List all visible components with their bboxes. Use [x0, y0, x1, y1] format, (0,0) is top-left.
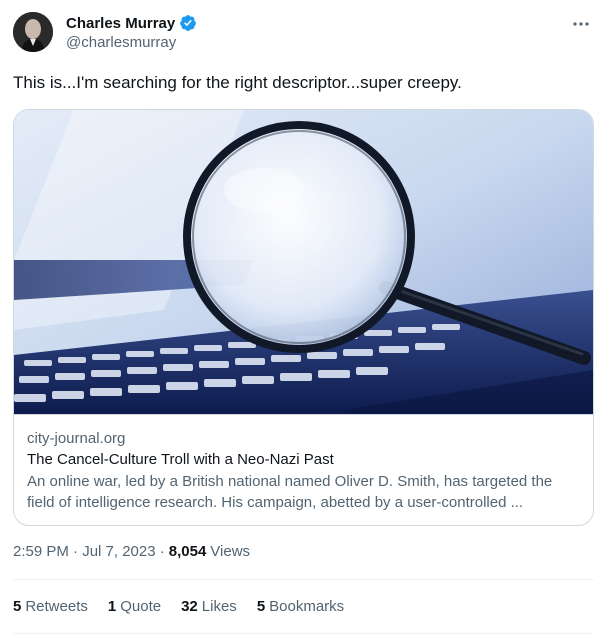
stat-label: Likes	[201, 597, 237, 615]
tweet-stats: 5 Retweets 1 Quote 32 Likes 5 Bookmarks	[13, 596, 364, 616]
stat-bookmarks[interactable]: 5 Bookmarks	[257, 598, 344, 615]
timestamp[interactable]: 2:59 PM · Jul 7, 2023 ·	[13, 543, 165, 560]
card-image[interactable]	[14, 110, 593, 414]
magnifier-keyboard-image	[14, 110, 593, 414]
divider-top	[13, 579, 594, 580]
card-description: An online war, led by a British national…	[27, 473, 553, 511]
card-title: The Cancel-Culture Troll with a Neo-Nazi…	[27, 451, 334, 468]
display-name[interactable]: Charles Murray	[66, 15, 175, 32]
verified-badge-icon	[179, 14, 197, 32]
tweet-header: Charles Murray @charlesmurray	[13, 12, 597, 56]
link-card[interactable]: city-journal.org The Cancel-Culture Trol…	[13, 109, 594, 526]
avatar[interactable]	[13, 12, 53, 52]
divider-bottom	[13, 633, 594, 634]
stat-likes[interactable]: 32 Likes	[181, 598, 237, 615]
views-count: 8,054	[168, 542, 207, 560]
card-domain: city-journal.org	[27, 430, 126, 447]
stat-count: 5	[13, 597, 22, 615]
stat-count: 32	[181, 597, 198, 615]
stat-label: Retweets	[25, 597, 88, 615]
card-body[interactable]: city-journal.org The Cancel-Culture Trol…	[14, 414, 593, 525]
stat-label: Bookmarks	[269, 597, 345, 615]
tweet-text: This is...I'm searching for the right de…	[13, 73, 462, 92]
stat-count: 5	[256, 597, 266, 615]
name-row: Charles Murray	[66, 13, 197, 33]
handle[interactable]: @charlesmurray	[66, 34, 176, 51]
more-horizontal-icon[interactable]	[571, 14, 591, 34]
stat-label: Quote	[120, 597, 162, 615]
stat-retweets[interactable]: 5 Retweets	[13, 598, 88, 615]
stat-quotes[interactable]: 1 Quote	[108, 598, 161, 615]
views-label: Views	[210, 542, 251, 560]
tweet-meta: 2:59 PM · Jul 7, 2023 · 8,054 Views	[13, 541, 250, 561]
stat-count: 1	[107, 597, 117, 615]
avatar-image	[13, 12, 53, 52]
